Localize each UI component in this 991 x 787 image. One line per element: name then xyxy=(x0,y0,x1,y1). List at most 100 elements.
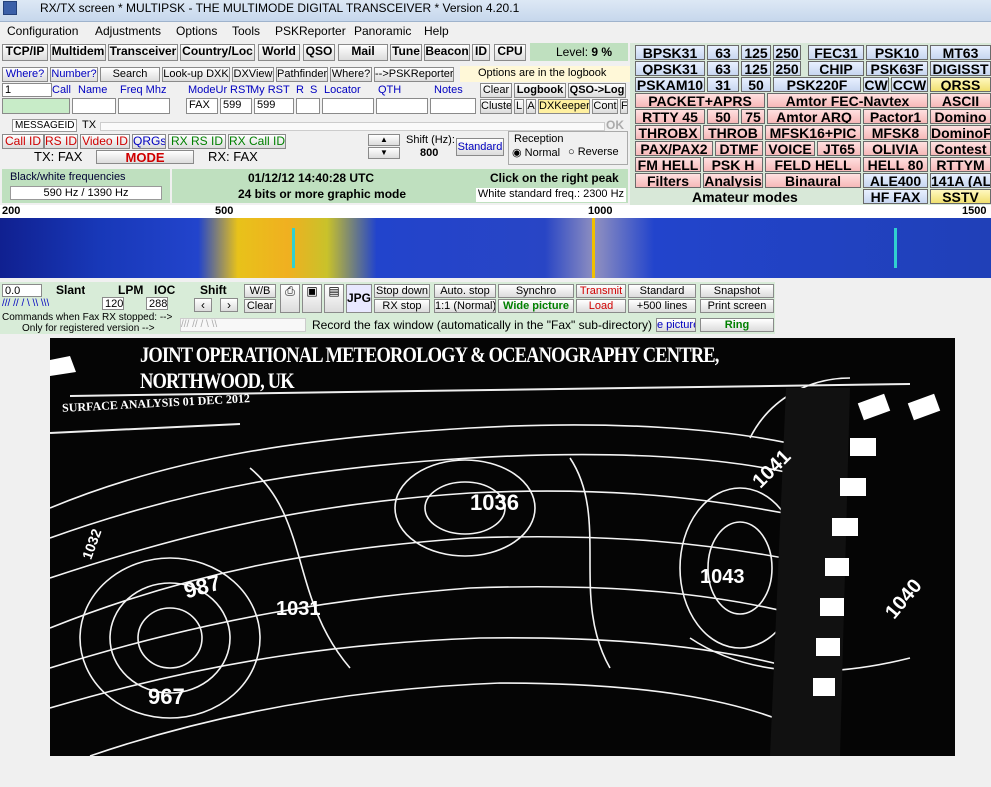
mode-rttym[interactable]: RTTYM xyxy=(930,157,991,172)
mode-bpsk31[interactable]: BPSK31 xyxy=(635,45,705,60)
binaural-button[interactable]: Binaural xyxy=(765,173,861,188)
normal-scale-button[interactable]: 1:1 (Normal) xyxy=(434,299,496,313)
l-button[interactable]: L xyxy=(514,99,524,114)
load-button[interactable]: Load xyxy=(576,299,626,313)
log-number-field[interactable]: 1 xyxy=(2,83,52,97)
mode-hf-fax[interactable]: HF FAX xyxy=(863,189,928,204)
clear-fax-button[interactable]: Clear xyxy=(244,299,276,313)
mode-sstv[interactable]: SSTV xyxy=(930,189,991,204)
mode-amtor-fec[interactable]: Amtor FEC-Navtex xyxy=(767,93,928,108)
synchro-button[interactable]: Synchro xyxy=(498,284,574,298)
mode-qpsk125[interactable]: 125 xyxy=(741,61,771,76)
number-button[interactable]: Number? xyxy=(50,67,98,82)
menu-help[interactable]: Help xyxy=(424,24,449,38)
myrst-field[interactable]: 599 xyxy=(254,98,294,114)
save-icon[interactable]: ▣ xyxy=(302,284,322,313)
mode-psk10[interactable]: PSK10 xyxy=(866,45,928,60)
qrgs-button[interactable]: QRGs xyxy=(132,134,166,149)
stop-down-button[interactable]: Stop down xyxy=(374,284,430,298)
rx-stop-button[interactable]: RX stop xyxy=(374,299,430,313)
lpm-input[interactable]: 120 xyxy=(102,297,124,310)
a-button[interactable]: A xyxy=(526,99,536,114)
mode-field[interactable]: FAX xyxy=(186,98,218,114)
mode-bpsk125[interactable]: 125 xyxy=(741,45,771,60)
wide-picture-button[interactable]: Wide picture xyxy=(498,299,574,313)
mode-dtmf[interactable]: DTMF xyxy=(715,141,763,156)
mode-button[interactable]: MODE xyxy=(96,150,194,164)
locator-field[interactable] xyxy=(322,98,374,114)
mode-voice[interactable]: VOICE xyxy=(765,141,815,156)
cluster-button[interactable]: Cluster xyxy=(480,99,512,114)
tx-tab[interactable]: TX xyxy=(82,119,96,131)
lookup-dxk-button[interactable]: Look-up DXK xyxy=(162,67,230,82)
mode-digisst[interactable]: DIGISST xyxy=(930,61,991,76)
mode-psk63f[interactable]: PSK63F xyxy=(866,61,928,76)
mode-packet-aprs[interactable]: PACKET+APRS xyxy=(635,93,765,108)
rst-field[interactable]: 599 xyxy=(220,98,252,114)
normal-radio[interactable]: ◉ Normal xyxy=(512,146,560,159)
mode-qpsk63[interactable]: 63 xyxy=(707,61,739,76)
mode-rtty45[interactable]: RTTY 45 xyxy=(635,109,705,124)
message-tab[interactable]: MESSAGEID xyxy=(12,119,78,132)
slant-value[interactable]: 0.0 xyxy=(2,284,42,297)
cont-button[interactable]: Cont xyxy=(592,99,618,114)
menu-pskreporter[interactable]: PSKReporter xyxy=(275,24,346,38)
mode-ccw[interactable]: CCW xyxy=(891,77,928,92)
shift-left-button[interactable]: ‹ xyxy=(194,298,212,312)
mail-button[interactable]: Mail xyxy=(338,44,388,61)
call-field[interactable] xyxy=(2,98,70,114)
frequency-scale[interactable] xyxy=(0,205,991,218)
e-picture-button[interactable]: e picture xyxy=(656,318,696,332)
tune-button[interactable]: Tune xyxy=(390,44,422,61)
ioc-input[interactable]: 288 xyxy=(146,297,168,310)
slant-adjust-buttons[interactable]: /// // / \ \\ \\\ xyxy=(2,298,49,309)
fax-image[interactable]: JOINT OPERATIONAL METEOROLOGY & OCEANOGR… xyxy=(50,338,955,756)
mode-mfsk8[interactable]: MFSK8 xyxy=(863,125,928,140)
beacon-button[interactable]: Beacon xyxy=(424,44,470,61)
mode-dominof[interactable]: DominoF xyxy=(930,125,991,140)
id-button[interactable]: ID xyxy=(472,44,490,61)
logbook-button[interactable]: Logbook xyxy=(514,83,566,98)
standard-fax-button[interactable]: Standard xyxy=(628,284,696,298)
registered-controls[interactable]: /// // / \ \\ xyxy=(180,318,306,332)
mode-qrss[interactable]: QRSS xyxy=(930,77,991,92)
mode-olivia[interactable]: OLIVIA xyxy=(863,141,928,156)
mode-pskam50[interactable]: 50 xyxy=(741,77,771,92)
jpg-button[interactable]: JPG xyxy=(346,284,372,313)
standard-shift-button[interactable]: Standard xyxy=(456,138,504,156)
qth-field[interactable] xyxy=(376,98,428,114)
mode-pskam31[interactable]: 31 xyxy=(707,77,739,92)
qso-log-button[interactable]: QSO->Log xyxy=(568,83,626,98)
menu-options[interactable]: Options xyxy=(176,24,217,38)
name-field[interactable] xyxy=(72,98,116,114)
mode-bpsk63[interactable]: 63 xyxy=(707,45,739,60)
notes-field[interactable] xyxy=(430,98,476,114)
plus-500-lines-button[interactable]: +500 lines xyxy=(628,299,696,313)
menu-adjustments[interactable]: Adjustments xyxy=(95,24,161,38)
analysis-button[interactable]: Analysis xyxy=(703,173,763,188)
menu-panoramic[interactable]: Panoramic xyxy=(354,24,411,38)
message-input[interactable] xyxy=(100,122,605,131)
mode-domino[interactable]: Domino xyxy=(930,109,991,124)
mode-throbx[interactable]: THROBX xyxy=(635,125,701,140)
where2-button[interactable]: Where? xyxy=(330,67,372,82)
transmit-button[interactable]: Transmit xyxy=(576,284,626,298)
shift-down-button[interactable]: ▼ xyxy=(368,147,400,159)
freq-field[interactable] xyxy=(118,98,170,114)
menu-tools[interactable]: Tools xyxy=(232,24,260,38)
mode-rtty50[interactable]: 50 xyxy=(707,109,739,124)
cpu-button[interactable]: CPU xyxy=(494,44,526,61)
mode-rtty75[interactable]: 75 xyxy=(741,109,765,124)
rx-call-id-button[interactable]: RX Call ID xyxy=(228,134,286,149)
r-s-field[interactable] xyxy=(296,98,320,114)
multidem-button[interactable]: Multidem xyxy=(50,44,106,61)
mode-pax[interactable]: PAX/PAX2 xyxy=(635,141,713,156)
world-button[interactable]: World xyxy=(258,44,300,61)
pathfinder-button[interactable]: Pathfinder xyxy=(276,67,328,82)
mode-fm-hell[interactable]: FM HELL xyxy=(635,157,701,172)
auto-stop-button[interactable]: Auto. stop xyxy=(434,284,496,298)
mode-psk220f[interactable]: PSK220F xyxy=(773,77,861,92)
search-button[interactable]: Search xyxy=(100,67,160,82)
mode-fec31[interactable]: FEC31 xyxy=(808,45,864,60)
filters-button[interactable]: Filters xyxy=(635,173,701,188)
